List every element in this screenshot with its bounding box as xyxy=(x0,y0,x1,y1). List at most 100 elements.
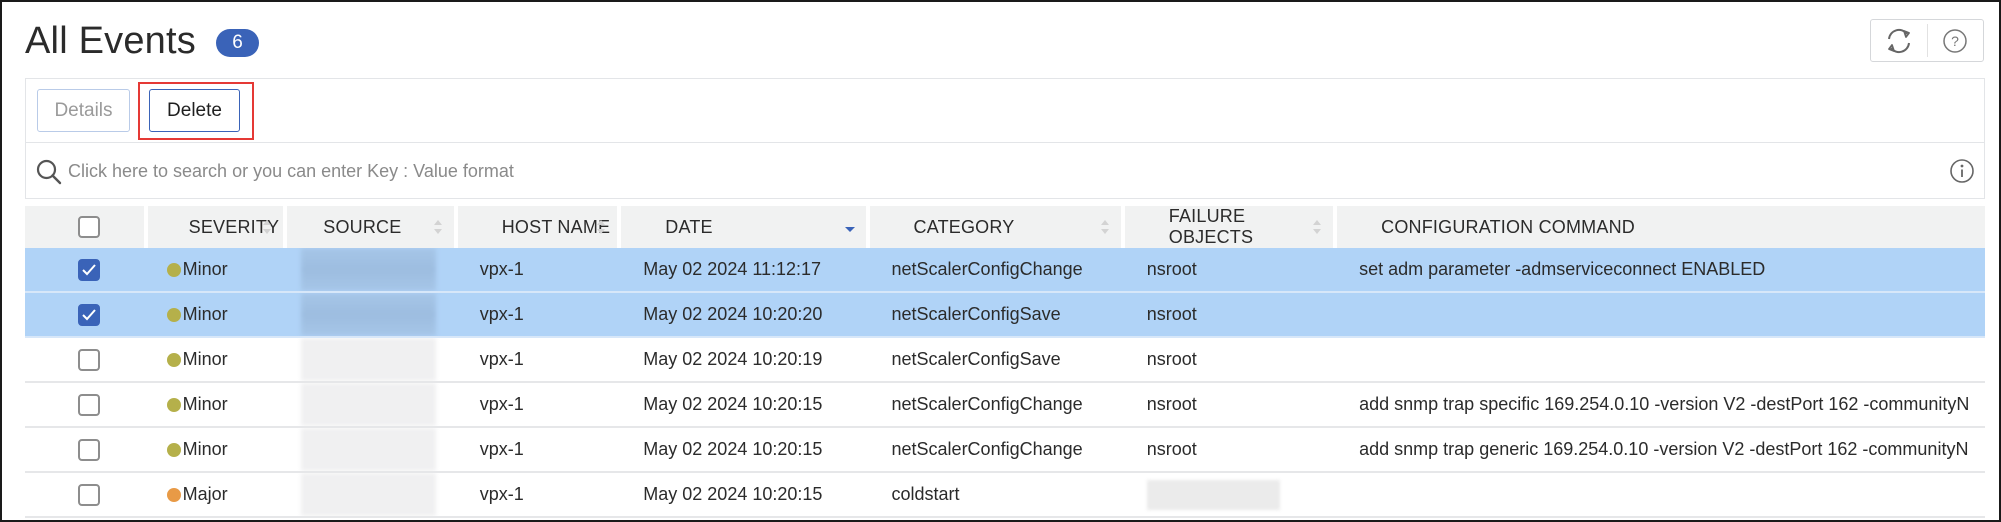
category-value: netScalerConfigSave xyxy=(891,349,1061,369)
source-cell xyxy=(287,383,453,426)
severity-dot-icon xyxy=(166,307,181,322)
table-body: Minor vpx-1 May 02 2024 11:12:17 netScalerC… xyxy=(25,248,1985,518)
severity-cell: Minor xyxy=(148,428,284,471)
source-cell xyxy=(287,338,453,381)
date-cell: May 02 2024 10:20:19 xyxy=(621,338,865,381)
source-cell xyxy=(287,428,453,471)
source-cell xyxy=(287,293,453,336)
row-checkbox[interactable] xyxy=(78,348,101,371)
event-count-badge: 6 xyxy=(216,29,259,57)
check-icon xyxy=(82,263,97,275)
sort-icon xyxy=(263,220,272,234)
search-input[interactable] xyxy=(68,151,1918,191)
date-cell: May 02 2024 11:12:17 xyxy=(621,248,865,291)
select-all-header xyxy=(25,206,144,248)
sort-toggle[interactable] xyxy=(595,218,607,241)
details-button[interactable]: Details xyxy=(37,89,130,132)
category-cell: netScalerConfigChange xyxy=(870,383,1121,426)
column-header-severity[interactable]: SEVERITY xyxy=(147,206,284,248)
host-name-value: vpx-1 xyxy=(479,259,524,279)
column-header-source[interactable]: SOURCE xyxy=(287,206,454,248)
sort-icon xyxy=(1100,220,1109,234)
select-cell xyxy=(25,338,144,381)
date-value: May 02 2024 10:20:15 xyxy=(643,394,823,414)
delete-button[interactable]: Delete xyxy=(149,89,240,132)
redacted-source xyxy=(301,293,437,336)
column-header-host-name[interactable]: HOST NAME xyxy=(457,206,618,248)
events-page: All Events 6 ? Details Delete Click here… xyxy=(0,0,2001,522)
table-row[interactable]: Minor vpx-1 May 02 2024 11:12:17 netScalerC… xyxy=(25,248,1985,293)
configuration-command-cell xyxy=(1337,473,1985,516)
sort-toggle[interactable] xyxy=(432,218,444,241)
refresh-icon xyxy=(1887,28,1910,53)
row-checkbox[interactable] xyxy=(78,258,101,281)
severity-cell: Major xyxy=(148,473,284,516)
column-header-category[interactable]: CATEGORY xyxy=(869,206,1121,248)
date-cell: May 02 2024 10:20:15 xyxy=(621,428,865,471)
host-name-cell: vpx-1 xyxy=(458,383,618,426)
category-value: netScalerConfigChange xyxy=(891,439,1083,459)
search-bar xyxy=(25,143,1985,199)
row-checkbox[interactable] xyxy=(78,438,101,461)
host-name-value: vpx-1 xyxy=(479,439,524,459)
sort-toggle[interactable] xyxy=(261,218,273,241)
select-all-checkbox[interactable] xyxy=(78,216,101,238)
row-checkbox[interactable] xyxy=(78,483,101,506)
severity-cell: Minor xyxy=(148,248,284,291)
help-button[interactable]: ? xyxy=(1926,24,1984,57)
failure-objects-value: nsroot xyxy=(1146,349,1197,369)
action-toolbar: Details Delete xyxy=(25,78,1985,143)
failure-objects-cell: nsroot xyxy=(1125,383,1333,426)
host-name-value: vpx-1 xyxy=(479,484,524,504)
select-cell xyxy=(25,293,144,336)
redacted-source xyxy=(301,383,437,426)
column-header-label: DATE xyxy=(665,216,713,237)
redacted-source xyxy=(301,338,437,381)
sort-toggle[interactable] xyxy=(1311,218,1323,241)
table-header: SEVERITY SOURCE HOST NAME DATE CATEGORY FAILU… xyxy=(25,206,1986,248)
column-header-date[interactable]: DATE xyxy=(621,206,866,248)
table-row[interactable]: Minor vpx-1 May 02 2024 10:20:20 netScalerC… xyxy=(25,293,1985,338)
date-value: May 02 2024 10:20:19 xyxy=(643,349,823,369)
row-checkbox[interactable] xyxy=(78,393,101,416)
select-cell xyxy=(25,473,144,516)
category-value: netScalerConfigChange xyxy=(891,259,1083,279)
table-row[interactable]: Minor vpx-1 May 02 2024 10:20:19 netScalerC… xyxy=(25,338,1985,383)
column-header-label: HOST NAME xyxy=(501,216,611,237)
table-row[interactable]: Minor vpx-1 May 02 2024 10:20:15 netScalerC… xyxy=(25,428,1985,473)
redacted-source xyxy=(301,248,437,291)
configuration-command-value: add snmp trap specific 169.254.0.10 -ver… xyxy=(1359,394,1970,414)
category-cell: netScalerConfigSave xyxy=(870,293,1121,336)
redacted-source xyxy=(301,473,437,516)
column-header-failure-objects[interactable]: FAILURE OBJECTS xyxy=(1124,206,1334,248)
category-cell: coldstart xyxy=(870,473,1121,516)
info-icon[interactable] xyxy=(1949,158,1975,189)
severity-dot-icon xyxy=(166,262,181,277)
configuration-command-value: set adm parameter -admserviceconnect ENA… xyxy=(1359,259,1766,279)
sort-toggle[interactable] xyxy=(1099,218,1111,241)
column-header-configuration-command: CONFIGURATION COMMAND xyxy=(1337,206,1986,248)
check-icon xyxy=(82,308,97,320)
category-value: netScalerConfigChange xyxy=(891,394,1083,414)
severity-value: Minor xyxy=(182,259,228,279)
column-header-label: FAILURE OBJECTS xyxy=(1168,206,1254,247)
column-header-label: CATEGORY xyxy=(913,216,1015,237)
host-name-cell: vpx-1 xyxy=(458,293,618,336)
severity-value: Minor xyxy=(182,394,228,414)
sort-icon xyxy=(1313,220,1322,234)
svg-text:?: ? xyxy=(1951,33,1959,49)
host-name-cell: vpx-1 xyxy=(458,428,618,471)
refresh-button[interactable] xyxy=(1871,20,1927,61)
column-header-label: SOURCE xyxy=(323,216,402,237)
select-cell xyxy=(25,248,144,291)
configuration-command-cell xyxy=(1337,293,1985,336)
table-row[interactable]: Major vpx-1 May 02 2024 10:20:15 coldstart xyxy=(25,473,1985,518)
column-header-label: CONFIGURATION COMMAND xyxy=(1381,216,1635,237)
row-checkbox[interactable] xyxy=(78,303,101,326)
configuration-command-cell: add snmp trap generic 169.254.0.10 -vers… xyxy=(1337,428,1985,471)
host-name-value: vpx-1 xyxy=(479,394,524,414)
table-row[interactable]: Minor vpx-1 May 02 2024 10:20:15 netScalerC… xyxy=(25,383,1985,428)
sort-toggle[interactable] xyxy=(844,218,856,239)
failure-objects-cell: nsroot xyxy=(1125,428,1333,471)
source-cell xyxy=(287,473,453,516)
